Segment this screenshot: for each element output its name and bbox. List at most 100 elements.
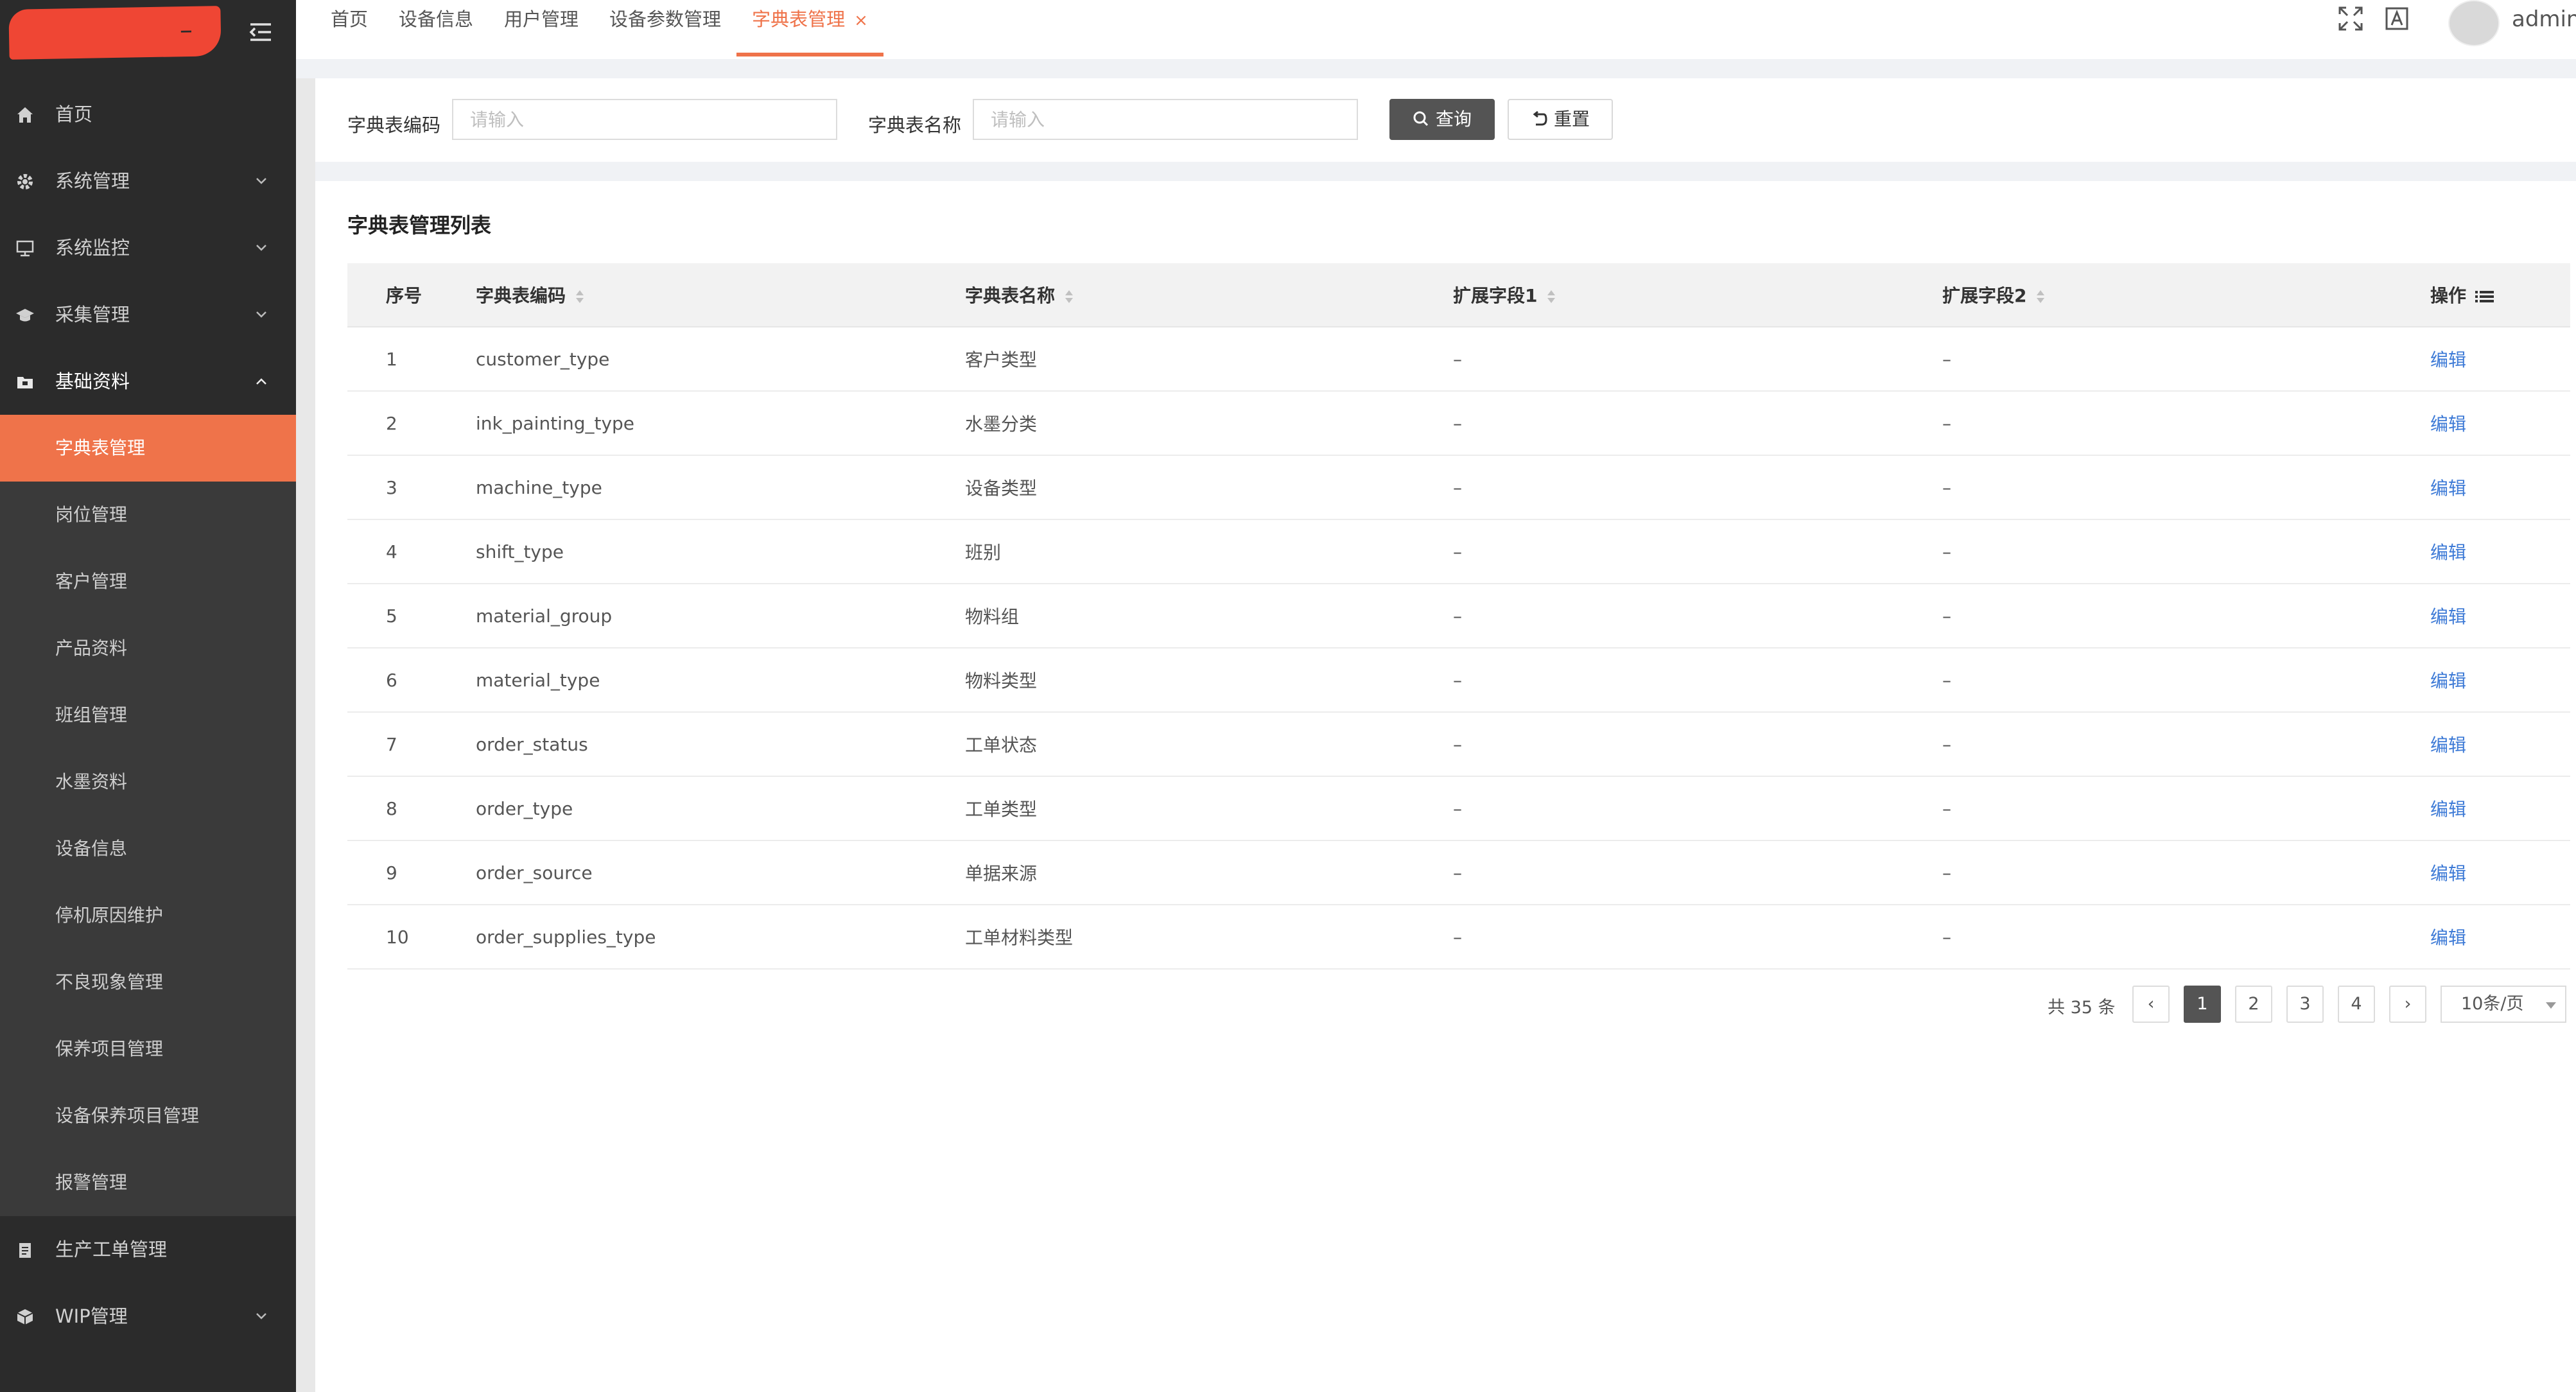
cell-ext2: – [1942,476,1951,498]
avatar[interactable] [2448,0,2500,46]
pagination-total: 共 35 条 [2048,998,2116,1018]
column-label: 序号 [386,285,422,306]
edit-link[interactable]: 编辑 [2430,860,2570,885]
pagination-page-3[interactable]: 3 [2286,986,2324,1023]
font-size-icon[interactable] [2383,5,2410,32]
tab-home[interactable]: 首页 [315,0,383,59]
sidebar-item-equipment-info[interactable]: 设备信息 [0,815,296,882]
sidebar-item-maintenance-items[interactable]: 保养项目管理 [0,1016,296,1083]
sidebar-item-teams[interactable]: 班组管理 [0,682,296,749]
cell-ext1: – [1453,348,1462,370]
code-search-input[interactable] [452,99,837,140]
edit-link[interactable]: 编辑 [2430,346,2570,372]
column-header-ext2[interactable]: 扩展字段2 [1942,282,2430,308]
edit-link[interactable]: 编辑 [2430,410,2570,436]
cell-ext1: – [1453,476,1462,498]
pagination-next-button[interactable]: › [2389,986,2426,1023]
chevron-down-icon [256,178,266,184]
column-header-index: 序号 [347,282,476,308]
reset-button[interactable]: 重置 [1508,99,1613,140]
column-header-code[interactable]: 字典表编码 [476,282,965,308]
sort-icon[interactable] [2035,288,2046,305]
table-row: 10 order_supplies_type 工单材料类型 – – 编辑 [347,905,2570,970]
edit-link[interactable]: 编辑 [2430,796,2570,821]
sidebar-item-dictionary[interactable]: 字典表管理 [0,415,296,482]
edit-link[interactable]: 编辑 [2430,924,2570,950]
table-row: 4 shift_type 班别 – – 编辑 [347,520,2570,584]
sort-icon[interactable] [1546,288,1556,305]
sidebar-item-work-orders[interactable]: 生产工单管理 [0,1216,296,1283]
cell-ext1: – [1453,733,1462,755]
cell-ext1: – [1453,412,1462,434]
edit-link[interactable]: 编辑 [2430,731,2570,757]
sidebar-item-customers[interactable]: 客户管理 [0,548,296,615]
sidebar-item-basic-data[interactable]: 基础资料 [0,348,296,415]
sidebar-item-label: 系统管理 [55,170,130,192]
top-bar: 首页 设备信息 用户管理 设备参数管理 字典表管理 × admin [296,0,2576,59]
sidebar-item-wip[interactable]: WIP管理 [0,1283,296,1350]
cell-index: 10 [386,926,409,948]
tab-equipment-params[interactable]: 设备参数管理 [594,0,736,59]
sidebar: – 首页 系统管理 系统监控 采集管理 基础资料 字典表管理 岗位管理 客户管理… [0,0,296,1392]
graduation-cap-icon [16,309,34,322]
sidebar-menu: 首页 系统管理 系统监控 采集管理 基础资料 字典表管理 岗位管理 客户管理 产… [0,81,296,1350]
cell-ext1: – [1453,605,1462,627]
sidebar-item-defects[interactable]: 不良现象管理 [0,949,296,1016]
cell-code: shift_type [476,541,564,562]
cell-name: 水墨分类 [965,413,1038,435]
table-row: 2 ink_painting_type 水墨分类 – – 编辑 [347,392,2570,456]
page-size-select[interactable]: 10条/页 [2441,986,2566,1023]
column-settings-icon[interactable] [2475,289,2494,304]
column-header-name[interactable]: 字典表名称 [965,282,1453,308]
sort-icon[interactable] [575,288,585,305]
pagination-page-4[interactable]: 4 [2338,986,2375,1023]
edit-link[interactable]: 编辑 [2430,539,2570,564]
cell-index: 5 [386,605,397,627]
fullscreen-icon[interactable] [2337,5,2364,32]
page-size-value: 10条/页 [2461,994,2524,1014]
sidebar-item-positions[interactable]: 岗位管理 [0,482,296,548]
sidebar-item-collection-management[interactable]: 采集管理 [0,281,296,348]
collapse-sidebar-icon[interactable] [248,19,274,45]
query-button[interactable]: 查询 [1389,99,1495,140]
logo-area: – [0,0,296,64]
username[interactable]: admin [2512,6,2576,32]
cell-name: 班别 [965,542,1002,563]
table-body: 1 customer_type 客户类型 – – 编辑 2 ink_painting_typ… [347,327,2570,970]
tab-label: 设备信息 [399,8,474,30]
sidebar-item-home[interactable]: 首页 [0,81,296,148]
name-search-input[interactable] [973,99,1358,140]
chevron-down-icon [256,1313,266,1319]
cell-index: 3 [386,476,397,498]
cell-name: 工单材料类型 [965,927,1074,948]
cell-name: 单据来源 [965,863,1038,884]
cell-ext1: – [1453,669,1462,691]
cell-ext2: – [1942,862,1951,883]
tab-user-management[interactable]: 用户管理 [489,0,594,59]
sidebar-item-system-management[interactable]: 系统管理 [0,148,296,214]
tab-equipment-info[interactable]: 设备信息 [383,0,489,59]
cell-ext2: – [1942,605,1951,627]
clipboard-icon [19,1243,31,1258]
cell-code: order_supplies_type [476,926,656,948]
sidebar-item-equipment-maintenance[interactable]: 设备保养项目管理 [0,1083,296,1149]
edit-link[interactable]: 编辑 [2430,667,2570,693]
tab-close-icon[interactable]: × [854,11,868,30]
edit-link[interactable]: 编辑 [2430,603,2570,629]
sidebar-item-ink-data[interactable]: 水墨资料 [0,749,296,815]
sort-icon[interactable] [1064,288,1074,305]
pagination-page-2[interactable]: 2 [2235,986,2272,1023]
sidebar-item-system-monitor[interactable]: 系统监控 [0,214,296,281]
column-header-ext1[interactable]: 扩展字段1 [1453,282,1942,308]
tab-dictionary[interactable]: 字典表管理 × [736,0,883,59]
cell-name: 物料类型 [965,670,1038,692]
pagination-prev-button[interactable]: ‹ [2132,986,2170,1023]
sidebar-item-downtime-reasons[interactable]: 停机原因维护 [0,882,296,949]
pagination-page-1[interactable]: 1 [2184,986,2221,1023]
cell-code: material_group [476,605,613,627]
cell-name: 工单状态 [965,735,1038,756]
edit-link[interactable]: 编辑 [2430,474,2570,500]
sidebar-item-alarms[interactable]: 报警管理 [0,1149,296,1216]
pagination: 共 35 条 ‹ 1 2 3 4 › 10条/页 [315,986,2576,1023]
sidebar-item-products[interactable]: 产品资料 [0,615,296,682]
